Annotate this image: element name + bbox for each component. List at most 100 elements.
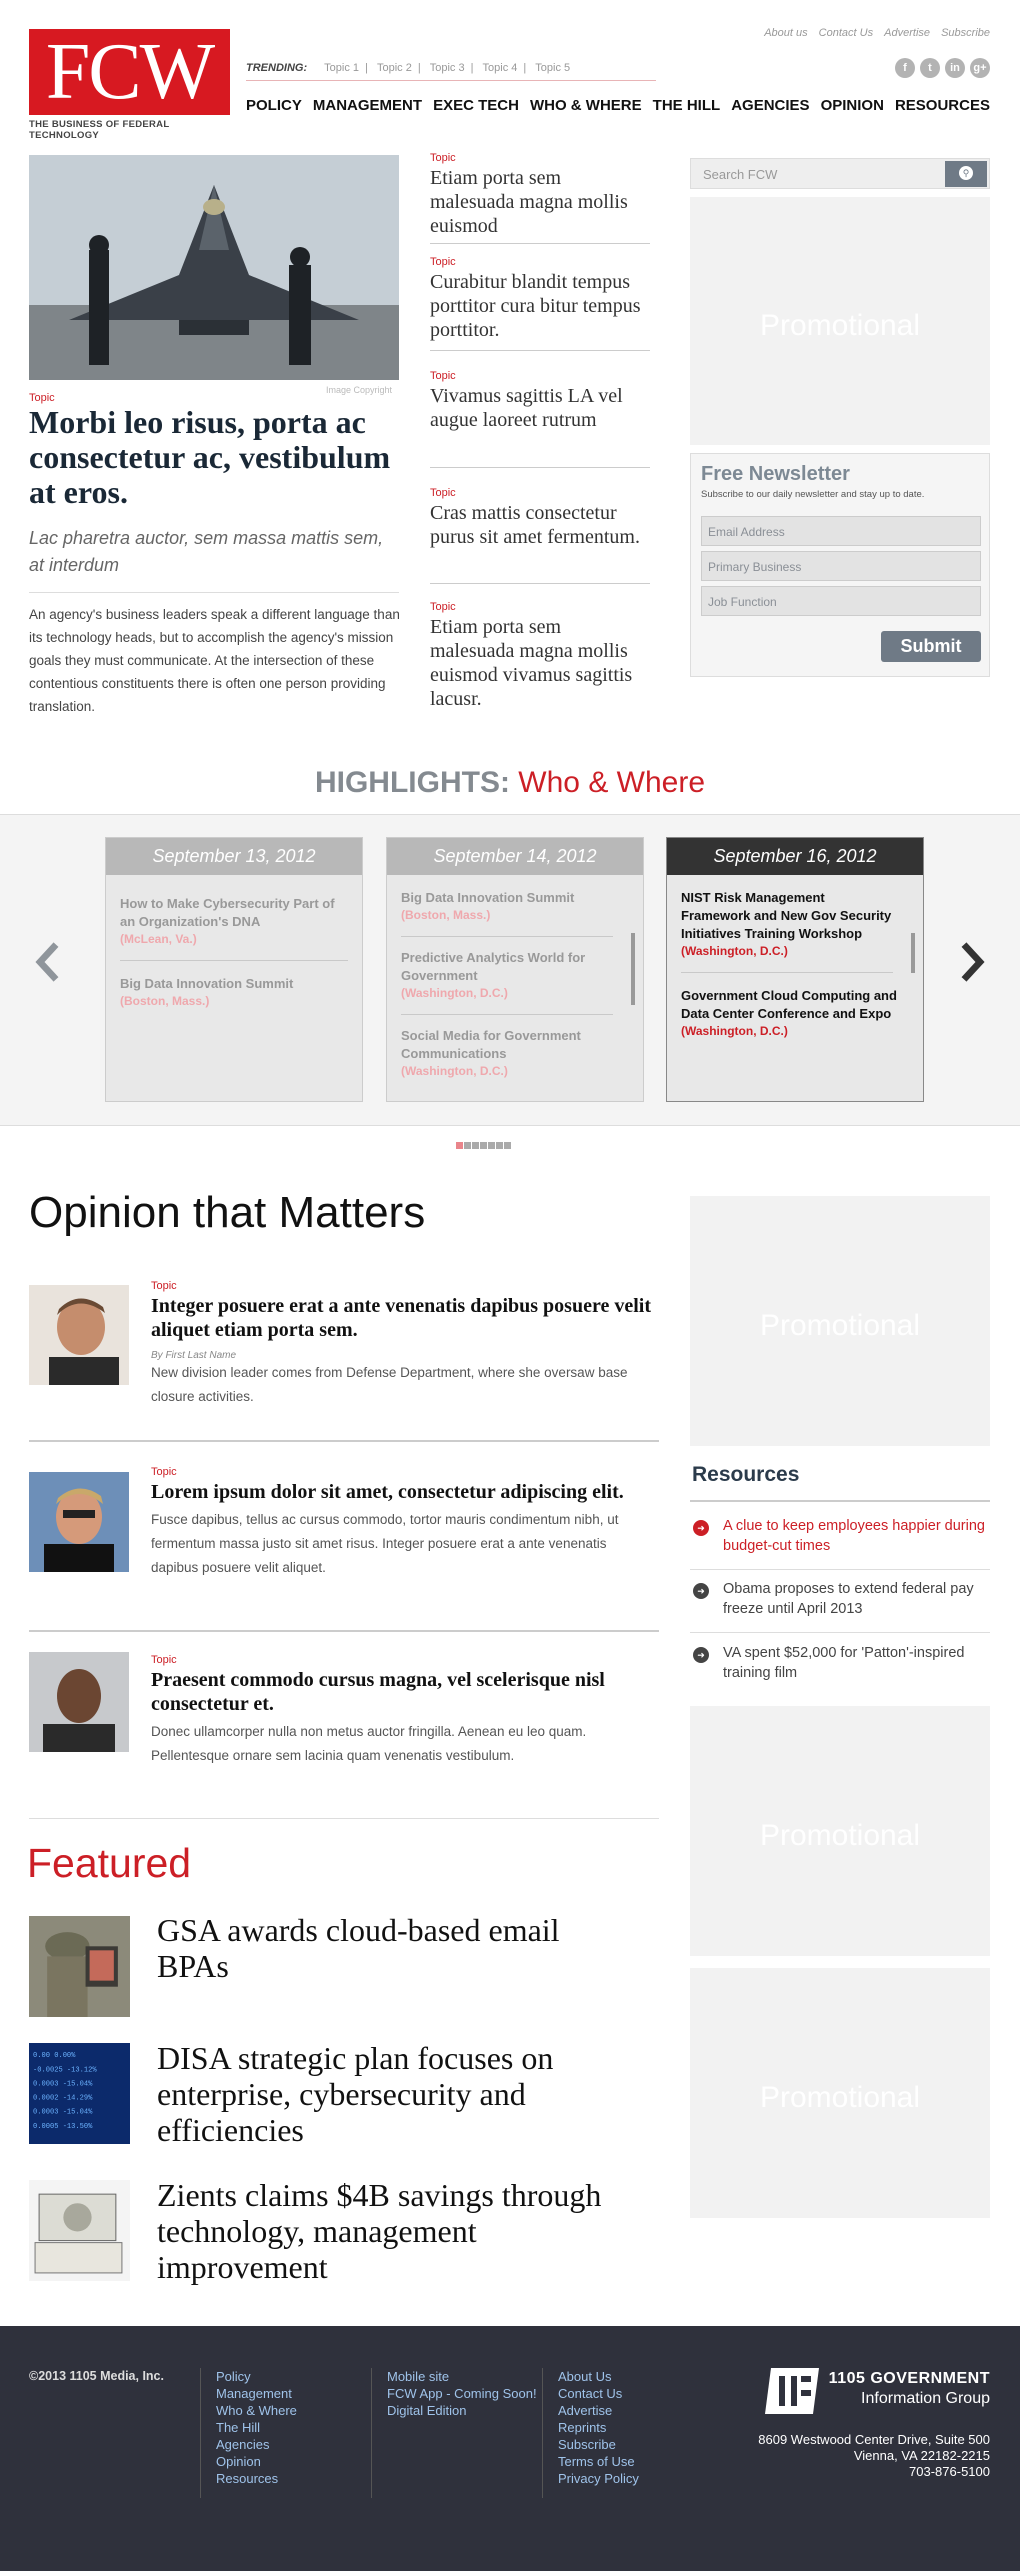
utility-contact-link[interactable]: Contact Us xyxy=(819,27,873,39)
event-item[interactable]: How to Make Cybersecurity Part of an Org… xyxy=(106,895,362,946)
card-scrollbar[interactable] xyxy=(911,933,915,973)
resource-link-text[interactable]: A clue to keep employees happier during … xyxy=(723,1516,990,1556)
nav-opinion[interactable]: OPINION xyxy=(821,97,884,114)
mid-story-title[interactable]: Cras mattis consectetur purus sit amet f… xyxy=(430,501,650,549)
footer-link[interactable]: Agencies xyxy=(216,2436,297,2453)
footer-link[interactable]: Management xyxy=(216,2385,297,2402)
footer-link[interactable]: Resources xyxy=(216,2470,297,2487)
carousel-dot[interactable] xyxy=(496,1142,503,1149)
footer-link[interactable]: The Hill xyxy=(216,2419,297,2436)
footer-link[interactable]: Digital Edition xyxy=(387,2402,537,2419)
opinion-topic[interactable]: Topic xyxy=(151,1654,651,1666)
featured-headline[interactable]: Zients claims $4B savings through techno… xyxy=(157,2177,627,2285)
mid-story[interactable]: Topic Vivamus sagittis LA vel augue laor… xyxy=(430,370,650,432)
email-field[interactable]: Email Address xyxy=(701,516,981,546)
carousel-prev-arrow[interactable] xyxy=(28,942,68,982)
featured-thumbnail[interactable] xyxy=(29,2180,130,2281)
trending-topic[interactable]: Topic 2 xyxy=(377,62,412,74)
twitter-icon[interactable]: t xyxy=(920,58,940,78)
utility-subscribe-link[interactable]: Subscribe xyxy=(941,27,990,39)
footer-link[interactable]: Privacy Policy xyxy=(558,2470,639,2487)
promo-slot[interactable]: Promotional xyxy=(690,1706,990,1956)
mid-story-title[interactable]: Vivamus sagittis LA vel augue laoreet ru… xyxy=(430,384,650,432)
nav-exec-tech[interactable]: EXEC TECH xyxy=(433,97,519,114)
event-name[interactable]: How to Make Cybersecurity Part of an Org… xyxy=(120,895,348,931)
mid-story-topic[interactable]: Topic xyxy=(430,152,650,164)
event-name[interactable]: Social Media for Government Communicatio… xyxy=(401,1027,613,1063)
mid-story-topic[interactable]: Topic xyxy=(430,601,650,613)
linkedin-icon[interactable]: in xyxy=(945,58,965,78)
carousel-dot[interactable] xyxy=(488,1142,495,1149)
author-photo[interactable] xyxy=(29,1652,129,1752)
nav-policy[interactable]: POLICY xyxy=(246,97,302,114)
nav-agencies[interactable]: AGENCIES xyxy=(731,97,809,114)
resource-link[interactable]: ➜ A clue to keep employees happier durin… xyxy=(693,1516,990,1556)
footer-link[interactable]: Terms of Use xyxy=(558,2453,639,2470)
footer-link[interactable]: FCW App - Coming Soon! xyxy=(387,2385,537,2402)
footer-link[interactable]: Policy xyxy=(216,2368,297,2385)
event-name[interactable]: Predictive Analytics World for Governmen… xyxy=(401,949,613,985)
event-card[interactable]: September 14, 2012 Big Data Innovation S… xyxy=(386,837,644,1102)
resource-link[interactable]: ➜ Obama proposes to extend federal pay f… xyxy=(693,1579,990,1619)
event-item[interactable]: Predictive Analytics World for Governmen… xyxy=(387,949,643,1000)
card-scrollbar[interactable] xyxy=(631,933,635,1005)
opinion-topic[interactable]: Topic xyxy=(151,1466,651,1478)
google-plus-icon[interactable]: g+ xyxy=(970,58,990,78)
footer-link[interactable]: Reprints xyxy=(558,2419,639,2436)
mid-story[interactable]: Topic Curabitur blandit tempus porttitor… xyxy=(430,256,650,342)
event-card-active[interactable]: September 16, 2012 NIST Risk Management … xyxy=(666,837,924,1102)
trending-topic[interactable]: Topic 1 xyxy=(324,62,359,74)
submit-button[interactable]: Submit xyxy=(881,631,981,662)
mid-story-topic[interactable]: Topic xyxy=(430,256,650,268)
author-photo[interactable] xyxy=(29,1472,129,1572)
publisher-logo-mark[interactable] xyxy=(765,2368,819,2414)
trending-topic[interactable]: Topic 3 xyxy=(430,62,465,74)
carousel-dot[interactable] xyxy=(504,1142,511,1149)
footer-link[interactable]: About Us xyxy=(558,2368,639,2385)
search-button[interactable]: ⚲ xyxy=(945,161,987,187)
event-item[interactable]: Social Media for Government Communicatio… xyxy=(387,1027,643,1078)
featured-thumbnail[interactable]: 0.00 0.00% -0.0025 -13.12% 0.0003 -15.04% 0… xyxy=(29,2043,130,2144)
trending-topic[interactable]: Topic 4 xyxy=(483,62,518,74)
search-input[interactable]: Search FCW xyxy=(703,167,777,182)
carousel-dot[interactable] xyxy=(456,1142,463,1149)
resource-link-text[interactable]: Obama proposes to extend federal pay fre… xyxy=(723,1579,990,1619)
opinion-topic[interactable]: Topic xyxy=(151,1280,651,1292)
nav-management[interactable]: MANAGEMENT xyxy=(313,97,422,114)
carousel-next-arrow[interactable] xyxy=(952,942,992,982)
footer-link[interactable]: Advertise xyxy=(558,2402,639,2419)
resource-link[interactable]: ➜ VA spent $52,000 for 'Patton'-inspired… xyxy=(693,1643,990,1683)
mid-story-title[interactable]: Etiam porta sem malesuada magna mollis e… xyxy=(430,166,650,238)
mid-story[interactable]: Topic Etiam porta sem malesuada magna mo… xyxy=(430,601,650,711)
opinion-title[interactable]: Lorem ipsum dolor sit amet, consectetur … xyxy=(151,1480,651,1504)
featured-thumbnail[interactable] xyxy=(29,1916,130,2017)
featured-headline[interactable]: GSA awards cloud-based email BPAs xyxy=(157,1912,627,1984)
job-function-field[interactable]: Job Function xyxy=(701,586,981,616)
event-name[interactable]: NIST Risk Management Framework and New G… xyxy=(681,889,897,943)
event-item[interactable]: Government Cloud Computing and Data Cent… xyxy=(667,987,923,1038)
footer-link[interactable]: Mobile site xyxy=(387,2368,537,2385)
nav-the-hill[interactable]: THE HILL xyxy=(653,97,721,114)
footer-link[interactable]: Subscribe xyxy=(558,2436,639,2453)
promo-slot[interactable]: Promotional xyxy=(690,1196,990,1446)
promo-slot[interactable]: Promotional xyxy=(690,197,990,445)
nav-resources[interactable]: RESOURCES xyxy=(895,97,990,114)
mid-story-topic[interactable]: Topic xyxy=(430,370,650,382)
opinion-title[interactable]: Praesent commodo cursus magna, vel scele… xyxy=(151,1668,651,1716)
event-card[interactable]: September 13, 2012 How to Make Cybersecu… xyxy=(105,837,363,1102)
mid-story[interactable]: Topic Etiam porta sem malesuada magna mo… xyxy=(430,152,650,238)
event-name[interactable]: Big Data Innovation Summit xyxy=(120,975,348,993)
author-photo[interactable] xyxy=(29,1285,129,1385)
event-item[interactable]: Big Data Innovation Summit (Boston, Mass… xyxy=(106,975,362,1008)
highlights-section[interactable]: Who & Where xyxy=(518,766,705,799)
mid-story-title[interactable]: Curabitur blandit tempus porttitor cura … xyxy=(430,270,650,342)
footer-link[interactable]: Contact Us xyxy=(558,2385,639,2402)
event-name[interactable]: Government Cloud Computing and Data Cent… xyxy=(681,987,897,1023)
utility-about-link[interactable]: About us xyxy=(764,27,807,39)
opinion-title[interactable]: Integer posuere erat a ante venenatis da… xyxy=(151,1294,651,1342)
mid-story-topic[interactable]: Topic xyxy=(430,487,650,499)
facebook-icon[interactable]: f xyxy=(895,58,915,78)
footer-link[interactable]: Who & Where xyxy=(216,2402,297,2419)
carousel-dot[interactable] xyxy=(464,1142,471,1149)
event-name[interactable]: Big Data Innovation Summit xyxy=(401,889,629,907)
